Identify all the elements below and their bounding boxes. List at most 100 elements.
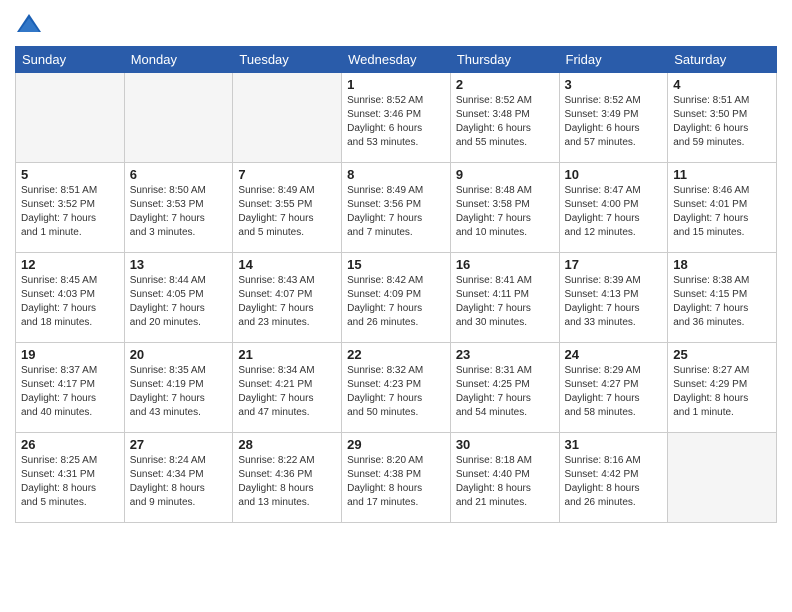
day-number: 2 xyxy=(456,77,554,92)
calendar-cell: 6Sunrise: 8:50 AM Sunset: 3:53 PM Daylig… xyxy=(124,163,233,253)
day-info: Sunrise: 8:35 AM Sunset: 4:19 PM Dayligh… xyxy=(130,364,228,420)
day-info: Sunrise: 8:18 AM Sunset: 4:40 PM Dayligh… xyxy=(456,454,554,510)
calendar-cell: 17Sunrise: 8:39 AM Sunset: 4:13 PM Dayli… xyxy=(559,253,668,343)
day-number: 23 xyxy=(456,347,554,362)
day-info: Sunrise: 8:51 AM Sunset: 3:50 PM Dayligh… xyxy=(673,94,771,150)
weekday-header: Tuesday xyxy=(233,47,342,73)
day-number: 27 xyxy=(130,437,228,452)
calendar-cell: 23 Sunrise: 8:31 AM Sunset: 4:25 PM Dayli… xyxy=(450,343,559,433)
day-info: Sunrise: 8:52 AM Sunset: 3:46 PM Dayligh… xyxy=(347,94,445,150)
day-info: Sunrise: 8:49 AM Sunset: 3:56 PM Dayligh… xyxy=(347,184,445,240)
day-info: Sunrise: 8:38 AM Sunset: 4:15 PM Dayligh… xyxy=(673,274,771,330)
logo-icon xyxy=(15,10,43,38)
calendar: SundayMondayTuesdayWednesdayThursdayFrid… xyxy=(15,46,777,523)
calendar-cell: 15 Sunrise: 8:42 AM Sunset: 4:09 PM Dayli… xyxy=(342,253,451,343)
calendar-week-row: 19 Sunrise: 8:37 AM Sunset: 4:17 PM Dayli… xyxy=(16,343,777,433)
day-info: Sunrise: 8:44 AM Sunset: 4:05 PM Dayligh… xyxy=(130,274,228,330)
calendar-cell: 22 Sunrise: 8:32 AM Sunset: 4:23 PM Dayli… xyxy=(342,343,451,433)
calendar-cell: 10Sunrise: 8:47 AM Sunset: 4:00 PM Dayli… xyxy=(559,163,668,253)
logo xyxy=(15,10,47,38)
weekday-header: Monday xyxy=(124,47,233,73)
calendar-cell xyxy=(16,73,125,163)
day-number: 1 xyxy=(347,77,445,92)
day-number: 7 xyxy=(238,167,336,182)
day-number: 22 xyxy=(347,347,445,362)
day-number: 5 xyxy=(21,167,119,182)
day-number: 4 xyxy=(673,77,771,92)
weekday-header: Wednesday xyxy=(342,47,451,73)
day-info: Sunrise: 8:43 AM Sunset: 4:07 PM Dayligh… xyxy=(238,274,336,330)
day-info: Sunrise: 8:16 AM Sunset: 4:42 PM Dayligh… xyxy=(565,454,663,510)
day-info: Sunrise: 8:29 AM Sunset: 4:27 PM Dayligh… xyxy=(565,364,663,420)
calendar-cell: 12Sunrise: 8:45 AM Sunset: 4:03 PM Dayli… xyxy=(16,253,125,343)
weekday-header: Friday xyxy=(559,47,668,73)
day-info: Sunrise: 8:31 AM Sunset: 4:25 PM Dayligh… xyxy=(456,364,554,420)
calendar-cell xyxy=(124,73,233,163)
weekday-header: Saturday xyxy=(668,47,777,73)
day-info: Sunrise: 8:20 AM Sunset: 4:38 PM Dayligh… xyxy=(347,454,445,510)
day-number: 20 xyxy=(130,347,228,362)
calendar-cell: 29Sunrise: 8:20 AM Sunset: 4:38 PM Dayli… xyxy=(342,433,451,523)
calendar-cell: 25 Sunrise: 8:27 AM Sunset: 4:29 PM Dayli… xyxy=(668,343,777,433)
day-number: 28 xyxy=(238,437,336,452)
day-info: Sunrise: 8:27 AM Sunset: 4:29 PM Dayligh… xyxy=(673,364,771,420)
day-info: Sunrise: 8:32 AM Sunset: 4:23 PM Dayligh… xyxy=(347,364,445,420)
calendar-cell: 8 Sunrise: 8:49 AM Sunset: 3:56 PM Daylig… xyxy=(342,163,451,253)
day-number: 3 xyxy=(565,77,663,92)
day-number: 12 xyxy=(21,257,119,272)
day-number: 24 xyxy=(565,347,663,362)
calendar-cell: 19 Sunrise: 8:37 AM Sunset: 4:17 PM Dayli… xyxy=(16,343,125,433)
calendar-week-row: 26 Sunrise: 8:25 AM Sunset: 4:31 PM Dayli… xyxy=(16,433,777,523)
day-info: Sunrise: 8:37 AM Sunset: 4:17 PM Dayligh… xyxy=(21,364,119,420)
calendar-cell: 18Sunrise: 8:38 AM Sunset: 4:15 PM Dayli… xyxy=(668,253,777,343)
calendar-cell: 16Sunrise: 8:41 AM Sunset: 4:11 PM Dayli… xyxy=(450,253,559,343)
calendar-week-row: 1 Sunrise: 8:52 AM Sunset: 3:46 PM Daylig… xyxy=(16,73,777,163)
calendar-cell: 7 Sunrise: 8:49 AM Sunset: 3:55 PM Daylig… xyxy=(233,163,342,253)
page: SundayMondayTuesdayWednesdayThursdayFrid… xyxy=(0,0,792,612)
day-number: 25 xyxy=(673,347,771,362)
day-info: Sunrise: 8:22 AM Sunset: 4:36 PM Dayligh… xyxy=(238,454,336,510)
day-number: 15 xyxy=(347,257,445,272)
calendar-cell: 27 Sunrise: 8:24 AM Sunset: 4:34 PM Dayli… xyxy=(124,433,233,523)
day-info: Sunrise: 8:24 AM Sunset: 4:34 PM Dayligh… xyxy=(130,454,228,510)
day-info: Sunrise: 8:48 AM Sunset: 3:58 PM Dayligh… xyxy=(456,184,554,240)
day-number: 14 xyxy=(238,257,336,272)
header xyxy=(15,10,777,38)
day-number: 8 xyxy=(347,167,445,182)
day-number: 10 xyxy=(565,167,663,182)
day-info: Sunrise: 8:46 AM Sunset: 4:01 PM Dayligh… xyxy=(673,184,771,240)
day-info: Sunrise: 8:52 AM Sunset: 3:48 PM Dayligh… xyxy=(456,94,554,150)
weekday-header: Sunday xyxy=(16,47,125,73)
weekday-header-row: SundayMondayTuesdayWednesdayThursdayFrid… xyxy=(16,47,777,73)
day-info: Sunrise: 8:25 AM Sunset: 4:31 PM Dayligh… xyxy=(21,454,119,510)
calendar-cell: 11Sunrise: 8:46 AM Sunset: 4:01 PM Dayli… xyxy=(668,163,777,253)
calendar-cell: 2 Sunrise: 8:52 AM Sunset: 3:48 PM Daylig… xyxy=(450,73,559,163)
calendar-cell: 3 Sunrise: 8:52 AM Sunset: 3:49 PM Daylig… xyxy=(559,73,668,163)
day-number: 19 xyxy=(21,347,119,362)
calendar-cell: 26 Sunrise: 8:25 AM Sunset: 4:31 PM Dayli… xyxy=(16,433,125,523)
day-number: 16 xyxy=(456,257,554,272)
day-number: 21 xyxy=(238,347,336,362)
day-number: 31 xyxy=(565,437,663,452)
day-number: 13 xyxy=(130,257,228,272)
calendar-cell: 28 Sunrise: 8:22 AM Sunset: 4:36 PM Dayli… xyxy=(233,433,342,523)
day-info: Sunrise: 8:52 AM Sunset: 3:49 PM Dayligh… xyxy=(565,94,663,150)
calendar-cell: 24 Sunrise: 8:29 AM Sunset: 4:27 PM Dayli… xyxy=(559,343,668,433)
day-info: Sunrise: 8:50 AM Sunset: 3:53 PM Dayligh… xyxy=(130,184,228,240)
calendar-cell: 9Sunrise: 8:48 AM Sunset: 3:58 PM Daylig… xyxy=(450,163,559,253)
calendar-cell: 1 Sunrise: 8:52 AM Sunset: 3:46 PM Daylig… xyxy=(342,73,451,163)
calendar-cell: 30 Sunrise: 8:18 AM Sunset: 4:40 PM Dayli… xyxy=(450,433,559,523)
calendar-cell: 13 Sunrise: 8:44 AM Sunset: 4:05 PM Dayli… xyxy=(124,253,233,343)
day-info: Sunrise: 8:39 AM Sunset: 4:13 PM Dayligh… xyxy=(565,274,663,330)
day-number: 30 xyxy=(456,437,554,452)
day-info: Sunrise: 8:51 AM Sunset: 3:52 PM Dayligh… xyxy=(21,184,119,240)
day-info: Sunrise: 8:34 AM Sunset: 4:21 PM Dayligh… xyxy=(238,364,336,420)
calendar-week-row: 5 Sunrise: 8:51 AM Sunset: 3:52 PM Daylig… xyxy=(16,163,777,253)
calendar-cell xyxy=(233,73,342,163)
calendar-week-row: 12Sunrise: 8:45 AM Sunset: 4:03 PM Dayli… xyxy=(16,253,777,343)
day-info: Sunrise: 8:49 AM Sunset: 3:55 PM Dayligh… xyxy=(238,184,336,240)
calendar-cell: 5 Sunrise: 8:51 AM Sunset: 3:52 PM Daylig… xyxy=(16,163,125,253)
calendar-cell: 21 Sunrise: 8:34 AM Sunset: 4:21 PM Dayli… xyxy=(233,343,342,433)
day-number: 26 xyxy=(21,437,119,452)
day-info: Sunrise: 8:42 AM Sunset: 4:09 PM Dayligh… xyxy=(347,274,445,330)
